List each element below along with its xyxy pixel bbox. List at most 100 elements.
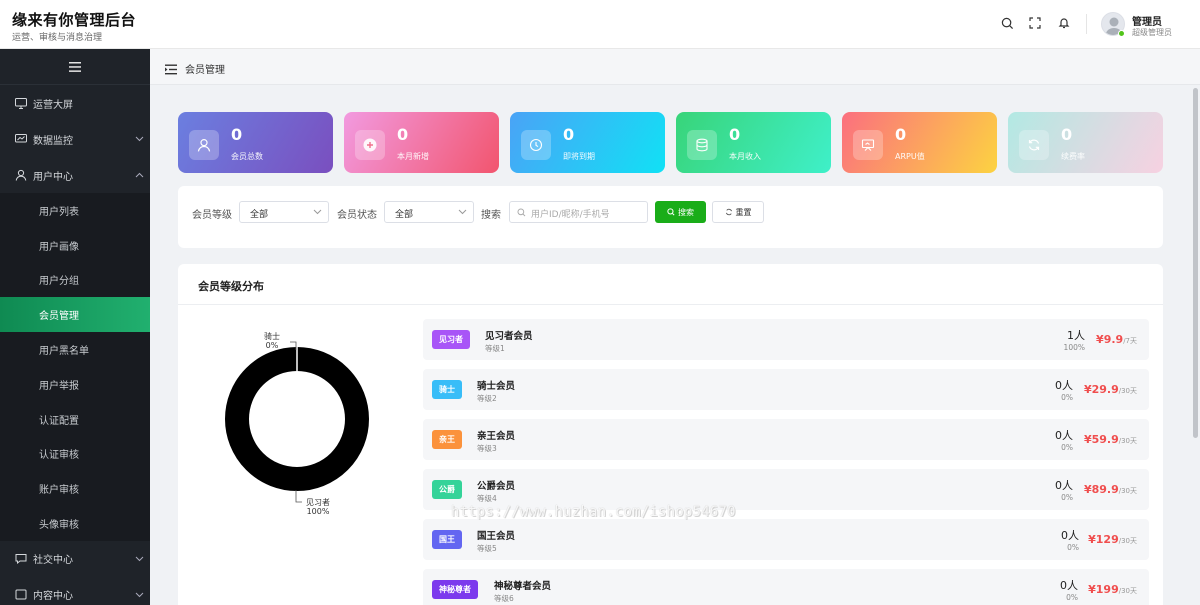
- level-grade: 等级3: [477, 444, 497, 453]
- sidebar-item-label: 运营大屏: [33, 99, 73, 111]
- level-percent: 0%: [1067, 543, 1079, 552]
- sidebar-subitem-avatar-review[interactable]: 头像审核: [0, 506, 150, 541]
- reset-button[interactable]: 重置: [712, 201, 764, 223]
- user-name[interactable]: 管理员: [1132, 13, 1162, 28]
- sidebar-subitem-account-review[interactable]: 账户审核: [0, 471, 150, 507]
- watermark: https://www.huzhan.com/ishop54670: [451, 504, 736, 520]
- user-role: 超级管理员: [1132, 28, 1172, 37]
- user-icon: [15, 169, 27, 181]
- chevron-up-icon: [135, 170, 144, 181]
- level-name: 国王会员: [477, 531, 516, 542]
- level-row[interactable]: 骑士 骑士会员 等级2 0人 0% ¥29.9/30天: [423, 369, 1149, 410]
- sidebar-item-label: 社交中心: [33, 555, 73, 567]
- stat-value: 0: [895, 125, 907, 144]
- sidebar: 运营大屏 数据监控 用户中心 用户列表 用户画像 用户分组 会员管理 用户黑名单…: [0, 49, 150, 605]
- level-name: 公爵会员: [477, 481, 516, 492]
- sidebar-item-social-center[interactable]: 社交中心: [0, 541, 150, 577]
- sidebar-subitem-member-management[interactable]: 会员管理: [0, 297, 150, 333]
- level-row[interactable]: 国王 国王会员 等级5 0人 0% ¥129/30天: [423, 519, 1149, 560]
- price-value: ¥89.9: [1083, 483, 1119, 496]
- level-badge: 国王: [432, 530, 462, 549]
- level-badge: 骑士: [432, 380, 462, 399]
- knight-leader-line: [290, 341, 297, 350]
- level-price: ¥59.9/30天: [1084, 433, 1137, 446]
- stat-card-renewal-rate: 0 续费率: [1008, 112, 1163, 173]
- stat-card-total-members: 0 会员总数: [178, 112, 333, 173]
- price-period: /30天: [1118, 437, 1137, 445]
- member-level-label: 会员等级: [192, 210, 232, 221]
- level-row[interactable]: 亲王 亲王会员 等级3 0人 0% ¥59.9/30天: [423, 419, 1149, 460]
- content-icon: [15, 589, 27, 601]
- level-count: 1人: [1067, 329, 1085, 342]
- level-distribution-panel: 会员等级分布 骑士 0% 见习者 100% 见习者 见习者会员 等级1 1人 1…: [178, 264, 1163, 605]
- online-status-dot: [1118, 30, 1125, 37]
- chevron-down-icon: [135, 554, 144, 565]
- stat-value: 0: [397, 125, 409, 144]
- level-row[interactable]: 见习者 见习者会员 等级1 1人 100% ¥9.9/7天: [423, 319, 1149, 360]
- reset-button-label: 重置: [735, 207, 752, 217]
- pie-label-pct: 100%: [306, 507, 330, 516]
- collapse-menu-icon[interactable]: [165, 60, 177, 79]
- level-percent: 0%: [1061, 443, 1073, 452]
- level-count: 0人: [1061, 529, 1079, 542]
- level-name: 神秘尊者会员: [494, 581, 552, 592]
- level-percent: 0%: [1066, 593, 1078, 602]
- search-label: 搜索: [481, 210, 501, 221]
- stat-value: 0: [1061, 125, 1073, 144]
- sidebar-subitem-user-report[interactable]: 用户举报: [0, 366, 150, 402]
- member-status-select[interactable]: 全部: [384, 201, 474, 223]
- database-icon: [687, 130, 717, 160]
- refresh-icon: [1019, 130, 1049, 160]
- pie-label-name: 骑士: [264, 332, 280, 341]
- price-value: ¥59.9: [1083, 433, 1119, 446]
- sidebar-item-label: 数据监控: [33, 135, 73, 147]
- sidebar-item-content-center[interactable]: 内容中心: [0, 577, 150, 605]
- sidebar-subitem-user-group[interactable]: 用户分组: [0, 262, 150, 298]
- bell-icon[interactable]: [1056, 15, 1072, 31]
- stat-label: 续费率: [1061, 152, 1085, 161]
- filter-panel: 会员等级 全部 会员状态 全部 搜索 用户ID/昵称/手机号 搜索 重置: [178, 186, 1163, 248]
- sidebar-item-user-center[interactable]: 用户中心: [0, 157, 150, 193]
- search-icon[interactable]: [999, 15, 1015, 31]
- stat-card-monthly-income: 0 本月收入: [676, 112, 831, 173]
- breadcrumb: 会员管理: [150, 49, 1200, 85]
- scrollbar-thumb[interactable]: [1193, 88, 1198, 438]
- search-placeholder: 用户ID/昵称/手机号: [531, 210, 610, 220]
- level-row[interactable]: 神秘尊者 神秘尊者会员 等级6 0人 0% ¥199/30天: [423, 569, 1149, 605]
- stat-value: 0: [231, 125, 243, 144]
- level-percent: 0%: [1061, 393, 1073, 402]
- stat-card-new-this-month: 0 本月新增: [344, 112, 499, 173]
- level-badge: 神秘尊者: [432, 580, 478, 599]
- sidebar-subitem-user-list[interactable]: 用户列表: [0, 193, 150, 228]
- sidebar-item-data-monitor[interactable]: 数据监控: [0, 121, 150, 157]
- sidebar-subitem-verify-review[interactable]: 认证审核: [0, 436, 150, 472]
- search-input[interactable]: 用户ID/昵称/手机号: [509, 201, 648, 223]
- chevron-down-icon: [313, 208, 322, 218]
- search-button[interactable]: 搜索: [655, 201, 706, 223]
- fullscreen-icon[interactable]: [1027, 15, 1043, 31]
- breadcrumb-current: 会员管理: [185, 65, 225, 76]
- level-badge: 亲王: [432, 430, 462, 449]
- stat-label: 会员总数: [231, 152, 263, 161]
- refresh-icon: [725, 208, 732, 216]
- level-donut-chart: [225, 347, 369, 491]
- member-level-select[interactable]: 全部: [239, 201, 329, 223]
- chat-icon: [15, 553, 27, 565]
- stat-card-expiring-soon: 0 即将到期: [510, 112, 665, 173]
- sidebar-subitem-verify-config[interactable]: 认证配置: [0, 401, 150, 437]
- level-price: ¥9.9/7天: [1096, 333, 1137, 346]
- pie-label-knight: 骑士 0%: [264, 332, 280, 350]
- level-badge: 见习者: [432, 330, 470, 349]
- sidebar-item-ops-dashboard[interactable]: 运营大屏: [0, 85, 150, 121]
- level-name: 骑士会员: [477, 381, 516, 392]
- app-subtitle: 运营、审核与消息治理: [12, 33, 103, 43]
- sidebar-subitem-user-profile[interactable]: 用户画像: [0, 227, 150, 263]
- menu-toggle-icon[interactable]: [0, 49, 150, 85]
- clock-icon: [521, 130, 551, 160]
- level-count: 0人: [1055, 479, 1073, 492]
- pie-label-trainee: 见习者 100%: [306, 498, 330, 516]
- sidebar-subitem-user-blacklist[interactable]: 用户黑名单: [0, 332, 150, 367]
- level-percent: 0%: [1061, 493, 1073, 502]
- divider: [178, 304, 1163, 305]
- pie-label-pct: 0%: [265, 341, 279, 350]
